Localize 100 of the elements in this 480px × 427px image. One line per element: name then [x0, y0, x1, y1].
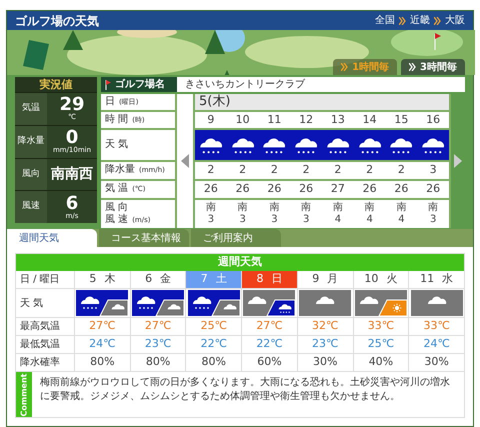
- table-cell: 27℃: [75, 318, 130, 335]
- interval-tab[interactable]: 3時間毎: [401, 59, 465, 75]
- day-header: 5 木: [75, 271, 130, 288]
- table-cell-text: 11: [267, 112, 282, 128]
- weather-icon: [354, 290, 407, 316]
- row-label: 最低気温: [16, 336, 74, 353]
- wind-speed: 4: [398, 214, 405, 226]
- previous-button[interactable]: [177, 94, 193, 228]
- table-cell-text: 26: [204, 181, 218, 198]
- weather-icon: [243, 290, 296, 316]
- table-cell: 22℃: [242, 336, 297, 353]
- next-button[interactable]: [451, 94, 465, 228]
- left-triangle-icon: [181, 154, 189, 168]
- date-label: 5(木): [195, 94, 449, 110]
- table-cell-text: 27: [330, 181, 345, 198]
- wind-direction: 南: [238, 202, 248, 214]
- row-label: 天 気: [16, 289, 74, 317]
- row-label: 降水確率: [16, 354, 74, 371]
- wind-speed: 4: [366, 214, 373, 226]
- comment-text: 梅雨前線がウロウロして雨の日が多くなります。大雨になる恐れも。土砂災害や河川の増水に要警戒。ジメジメ、ムシムシとするため体調管理や衛生管理も欠かせません。: [39, 376, 451, 404]
- wind-speed: 3: [208, 214, 214, 226]
- table-cell-text: 3: [430, 162, 437, 178]
- wind-direction: 南: [428, 202, 438, 214]
- weather-icon: [299, 290, 352, 316]
- table-cell: 60%: [242, 354, 297, 371]
- table-cell-text: 9: [207, 112, 214, 128]
- comment-label: Comment: [16, 372, 32, 417]
- table-cell-text: 13: [330, 112, 345, 128]
- table-cell: 24℃: [409, 336, 464, 353]
- breadcrumb-link[interactable]: 全国: [375, 13, 395, 28]
- wind-direction: 南: [364, 202, 375, 214]
- table-cell: 80%: [130, 354, 186, 371]
- table-cell: 25℃: [186, 318, 242, 335]
- table-cell: 33℃: [409, 318, 464, 335]
- row-label: 降水量: [15, 126, 47, 158]
- flag-icon: [105, 80, 111, 90]
- current-value: 6: [66, 194, 78, 213]
- day-header: 11 水: [409, 271, 464, 288]
- page-title: ゴルフ場の天気: [15, 12, 99, 30]
- table-cell: 24℃: [75, 336, 130, 353]
- table-cell-text: 2: [334, 162, 342, 178]
- table-cell-text: 26: [362, 181, 377, 198]
- weather-icon: [410, 290, 463, 316]
- row-label: 風速: [15, 191, 47, 223]
- row-label: 最高気温: [16, 318, 74, 335]
- breadcrumb-link[interactable]: 近畿: [410, 13, 430, 28]
- table-cell: 32℃: [298, 318, 353, 335]
- chevron-icon: [434, 16, 441, 24]
- table-cell-text: 26: [426, 181, 440, 198]
- course-label: ゴルフ場名: [101, 77, 177, 92]
- right-triangle-icon: [454, 154, 462, 168]
- table-cell: 80%: [186, 354, 242, 371]
- wind-speed: 3: [271, 214, 278, 226]
- row-label: 天 気: [101, 130, 175, 160]
- table-cell-text: 14: [362, 112, 377, 128]
- table-cell-text: 2: [239, 162, 246, 178]
- wind-direction: 南: [206, 202, 216, 214]
- row-label: 気温: [15, 93, 47, 125]
- day-header: 10 火: [354, 271, 408, 288]
- wind-direction: 南: [396, 202, 406, 214]
- table-cell-text: 10: [236, 112, 250, 128]
- wind-speed: 3: [430, 214, 436, 226]
- table-cell: 80%: [75, 354, 130, 371]
- chevron-icon: [399, 16, 406, 24]
- wind-speed: 4: [334, 214, 342, 226]
- chevron-icon: [341, 63, 348, 71]
- weather-icon: [76, 290, 128, 316]
- day-header: 9 月: [298, 271, 353, 288]
- table-cell: 23℃: [298, 336, 353, 353]
- table-cell: 27℃: [242, 318, 297, 335]
- table-cell: 30%: [409, 354, 464, 371]
- table-cell: 23℃: [130, 336, 186, 353]
- table-cell-text: 26: [236, 181, 250, 198]
- panel-title: 実況値: [15, 77, 97, 92]
- wind-speed: 3: [239, 214, 246, 226]
- table-cell: 22℃: [186, 336, 242, 353]
- current-value: 29: [59, 96, 85, 114]
- table-cell-text: 15: [394, 112, 408, 128]
- section-title: 週間天気: [16, 254, 464, 271]
- wind-speed: 3: [302, 214, 310, 226]
- table-cell-text: 2: [207, 162, 214, 178]
- table-cell-text: 16: [426, 112, 440, 128]
- table-cell: 33℃: [354, 318, 408, 335]
- weather-icon: [188, 290, 240, 316]
- tab[interactable]: 週間天気: [7, 229, 97, 247]
- weather-icon: [132, 290, 184, 316]
- row-label: 風向: [15, 158, 47, 190]
- breadcrumb-link[interactable]: 大阪: [445, 13, 465, 28]
- day-header: 7 土: [186, 271, 242, 288]
- tab[interactable]: コース基本情報: [99, 229, 189, 247]
- tab[interactable]: ご利用案内: [191, 229, 281, 247]
- table-cell-text: 26: [299, 181, 314, 198]
- wind-direction: 南: [269, 202, 280, 214]
- day-header: 8 日: [242, 271, 297, 288]
- table-cell: 30%: [298, 354, 353, 371]
- course-name: きさいちカントリークラブ: [184, 78, 305, 92]
- table-cell: 25℃: [354, 336, 408, 353]
- table-cell-text: 2: [366, 162, 374, 178]
- table-cell-text: 12: [299, 112, 314, 128]
- table-cell-text: 2: [270, 162, 278, 178]
